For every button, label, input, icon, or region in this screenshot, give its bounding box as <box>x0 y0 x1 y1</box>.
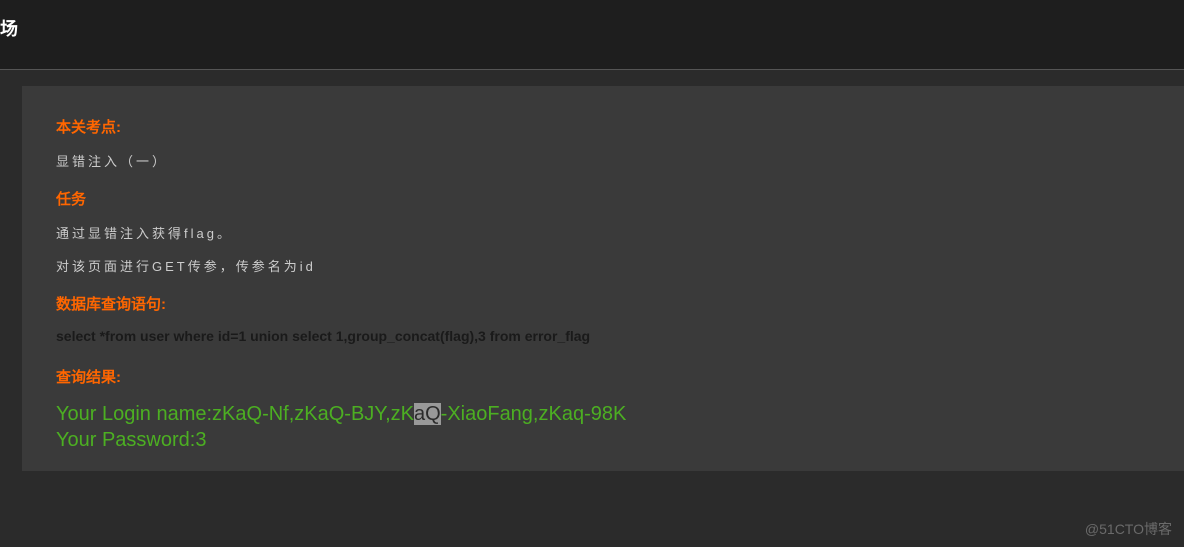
watermark: @51CTO博客 <box>1085 519 1172 539</box>
login-suffix: -XiaoFang,zKaq-98K <box>441 403 627 425</box>
result-heading: 查询结果: <box>56 366 1150 387</box>
task-line-1: 通过显错注入获得flag。 <box>56 223 1150 242</box>
login-prefix: Your Login name:zKaQ-Nf,zKaQ-BJY,zK <box>56 403 414 425</box>
content-panel: 本关考点: 显错注入（一） 任务 通过显错注入获得flag。 对该页面进行GET… <box>22 86 1184 471</box>
key-point-text: 显错注入（一） <box>56 151 1150 170</box>
key-point-heading: 本关考点: <box>56 116 1150 137</box>
login-highlight: aQ <box>414 403 441 425</box>
page-header: 场 <box>0 0 1184 70</box>
task-line-2: 对该页面进行GET传参，传参名为id <box>56 256 1150 275</box>
header-title: 场 <box>0 19 18 39</box>
result-password: Your Password:3 <box>56 427 1150 453</box>
db-query-heading: 数据库查询语句: <box>56 293 1150 314</box>
task-heading: 任务 <box>56 188 1150 209</box>
sql-statement: select *from user where id=1 union selec… <box>56 328 1150 344</box>
result-login-name: Your Login name:zKaQ-Nf,zKaQ-BJY,zKaQ-Xi… <box>56 401 1150 427</box>
